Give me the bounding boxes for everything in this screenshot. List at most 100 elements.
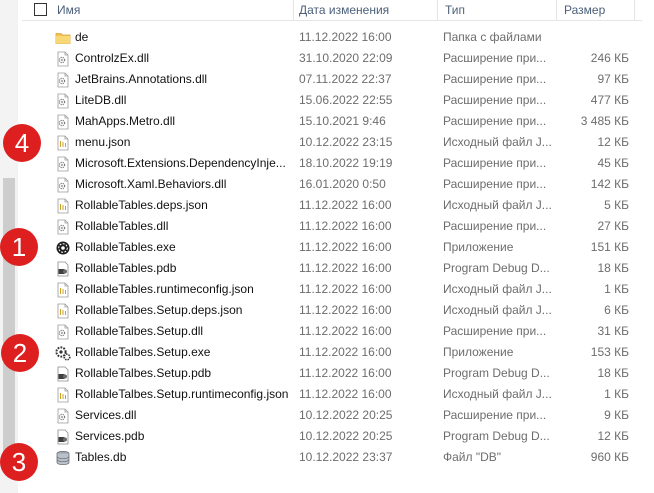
file-size: 477 КБ [590,93,629,107]
dll-file-icon [55,324,71,340]
file-size: 3 485 КБ [580,114,629,128]
file-size: 153 КБ [590,345,629,359]
file-row[interactable]: RollableTalbes.Setup.runtimeconfig.json 1… [22,384,642,405]
file-name: RollableTalbes.Setup.exe [75,345,211,359]
file-row[interactable]: RollableTables.exe 11.12.2022 16:00 Прилож… [22,237,642,258]
file-size: 45 КБ [597,156,629,170]
json-file-icon [55,135,71,151]
file-date-modified: 11.12.2022 16:00 [299,30,392,44]
column-separator[interactable] [634,0,635,20]
file-date-modified: 15.06.2022 22:55 [299,93,393,107]
file-name: RollableTables.dll [75,219,169,233]
file-row[interactable]: RollableTables.deps.json 11.12.2022 16:00… [22,195,642,216]
file-type: Program Debug D... [443,429,550,443]
json-file-icon [55,198,71,214]
file-row[interactable]: RollableTalbes.Setup.dll 11.12.2022 16:00… [22,321,642,342]
file-name: Microsoft.Extensions.DependencyInje... [75,156,286,170]
file-date-modified: 11.12.2022 16:00 [299,324,392,338]
left-scroll-thumb[interactable] [3,178,15,472]
setup-exe-icon [55,345,71,361]
file-row[interactable]: RollableTalbes.Setup.deps.json 11.12.2022… [22,300,642,321]
file-type: Расширение при... [443,93,547,107]
file-name: Tables.db [75,450,127,464]
file-date-modified: 10.12.2022 20:25 [299,429,393,443]
file-row[interactable]: Microsoft.Extensions.DependencyInje... 18… [22,153,642,174]
file-size: 142 КБ [590,177,629,191]
dll-file-icon [55,72,71,88]
database-icon [55,450,71,466]
dll-file-icon [55,51,71,67]
file-row[interactable]: Services.dll 10.12.2022 20:25 Расширение п… [22,405,642,426]
column-header-type[interactable]: Тип [445,2,465,18]
file-row[interactable]: de 11.12.2022 16:00 Папка с файлами [22,27,642,48]
file-size: 151 КБ [590,240,629,254]
file-name: de [75,30,89,44]
file-type: Расширение при... [443,324,547,338]
column-separator[interactable] [437,0,438,20]
file-row[interactable]: RollableTables.runtimeconfig.json 11.12.2… [22,279,642,300]
annotation-badge: 2 [1,334,39,372]
file-date-modified: 11.12.2022 16:00 [299,219,392,233]
file-date-modified: 11.12.2022 16:00 [299,387,392,401]
file-size: 18 КБ [597,261,629,275]
file-type: Приложение [443,345,514,359]
file-name: RollableTables.exe [75,240,176,254]
exe-app-icon [55,240,71,256]
file-size: 12 КБ [597,135,629,149]
column-header-size[interactable]: Размер [564,2,605,18]
file-date-modified: 11.12.2022 16:00 [299,261,392,275]
column-header-name[interactable]: Имя [57,2,80,18]
dll-file-icon [55,408,71,424]
file-name: Microsoft.Xaml.Behaviors.dll [75,177,227,191]
file-type: Расширение при... [443,177,547,191]
dll-file-icon [55,177,71,193]
file-size: 6 КБ [604,303,629,317]
file-row[interactable]: RollableTables.dll 11.12.2022 16:00 Расшир… [22,216,642,237]
file-row[interactable]: RollableTalbes.Setup.exe 11.12.2022 16:00… [22,342,642,363]
file-date-modified: 11.12.2022 16:00 [299,366,392,380]
file-row[interactable]: ControlzEx.dll 31.10.2020 22:09 Расширение… [22,48,642,69]
file-type: Program Debug D... [443,366,550,380]
file-type: Расширение при... [443,219,547,233]
column-separator[interactable] [293,0,294,20]
file-type: Исходный файл J... [443,387,552,401]
file-row[interactable]: Services.pdb 10.12.2022 20:25 Program Debu… [22,426,642,447]
file-date-modified: 31.10.2020 22:09 [299,51,393,65]
json-file-icon [55,282,71,298]
file-type: Исходный файл J... [443,303,552,317]
file-size: 27 КБ [597,219,629,233]
file-date-modified: 07.11.2022 22:37 [299,72,392,86]
dll-file-icon [55,156,71,172]
file-name: menu.json [75,135,131,149]
file-type: Файл "DB" [443,450,502,464]
file-row[interactable]: Microsoft.Xaml.Behaviors.dll 16.01.2020 0… [22,174,642,195]
column-separator[interactable] [556,0,557,20]
file-name: RollableTables.pdb [75,261,177,275]
file-name: RollableTables.runtimeconfig.json [75,282,254,296]
file-row[interactable]: menu.json 10.12.2022 23:15 Исходный файл J… [22,132,642,153]
file-row[interactable]: RollableTalbes.Setup.pdb 11.12.2022 16:00… [22,363,642,384]
file-size: 12 КБ [597,429,629,443]
folder-icon [55,30,71,46]
file-row[interactable]: Tables.db 10.12.2022 23:37 Файл "DB" 960 КБ [22,447,642,468]
file-size: 31 КБ [597,324,629,338]
file-size: 97 КБ [597,72,629,86]
pdb-file-icon [55,429,71,445]
file-date-modified: 18.10.2022 19:19 [299,156,393,170]
file-row[interactable]: MahApps.Metro.dll 15.10.2021 9:46 Расширен… [22,111,642,132]
file-size: 960 КБ [590,450,629,464]
file-name: RollableTalbes.Setup.dll [75,324,204,338]
file-type: Исходный файл J... [443,198,552,212]
file-name: RollableTalbes.Setup.pdb [75,366,212,380]
file-date-modified: 11.12.2022 16:00 [299,345,392,359]
file-size: 1 КБ [604,387,629,401]
annotation-badge: 3 [0,443,38,481]
select-all-checkbox[interactable] [34,3,47,16]
file-date-modified: 11.12.2022 16:00 [299,240,392,254]
file-row[interactable]: JetBrains.Annotations.dll 07.11.2022 22:3… [22,69,642,90]
column-header-date[interactable]: Дата изменения [299,2,389,18]
file-row[interactable]: LiteDB.dll 15.06.2022 22:55 Расширение при… [22,90,642,111]
file-name: MahApps.Metro.dll [75,114,176,128]
file-date-modified: 10.12.2022 23:37 [299,450,393,464]
file-row[interactable]: RollableTables.pdb 11.12.2022 16:00 Progra… [22,258,642,279]
